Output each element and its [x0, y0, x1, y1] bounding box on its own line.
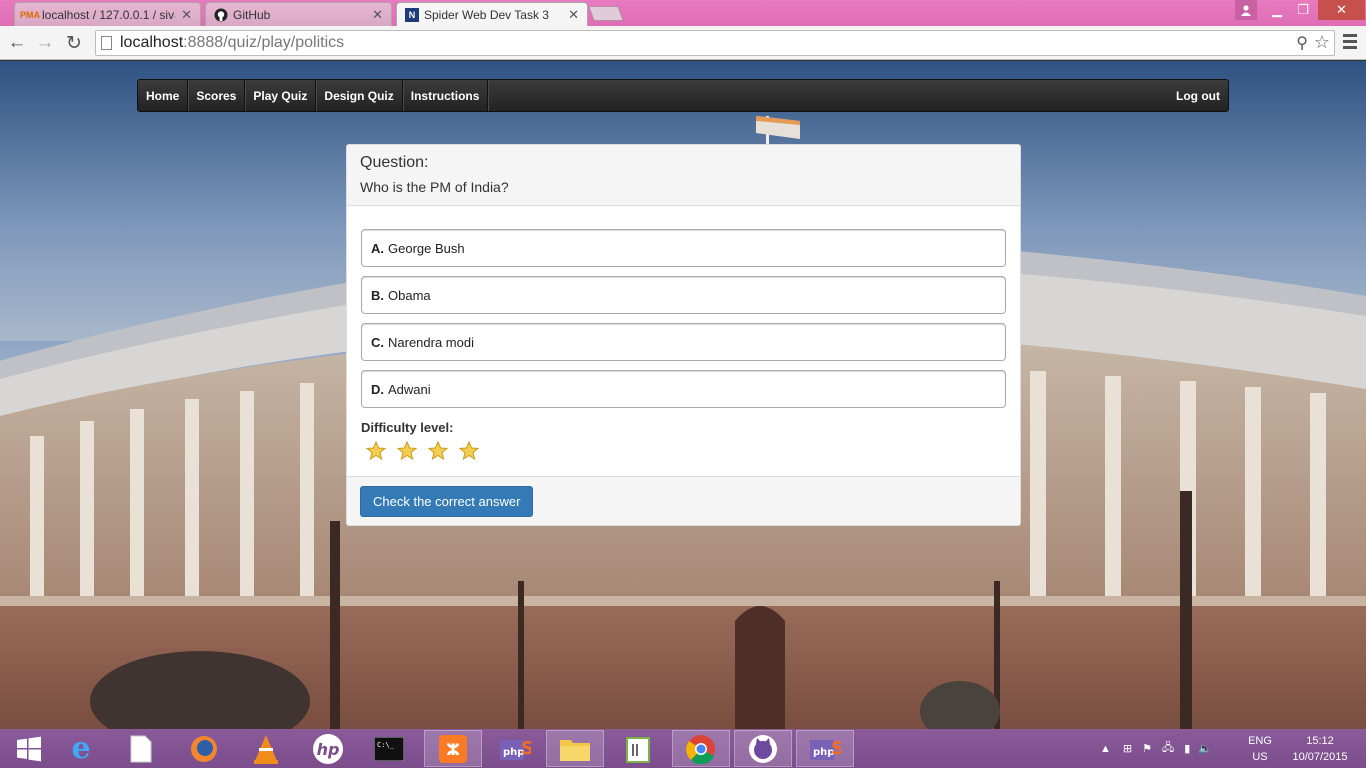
nav-log-out[interactable]: Log out [1168, 80, 1228, 111]
notepad-plus-plus-icon[interactable] [610, 730, 668, 767]
question-header: Question: Who is the PM of India? [347, 145, 1020, 206]
browser-titlebar: PMA localhost / 127.0.0.1 / siva ✕ GitHu… [0, 0, 1366, 27]
bookmark-star-icon[interactable]: ☆ [1314, 32, 1330, 53]
difficulty-star-icon [397, 441, 417, 461]
svg-text:ⵣ: ⵣ [446, 740, 460, 759]
option-text: Adwani [388, 381, 431, 397]
svg-text:hp: hp [317, 740, 340, 759]
option-text: Narendra modi [388, 334, 474, 350]
option-text: George Bush [388, 240, 465, 256]
question-panel: Question: Who is the PM of India? A. Geo… [346, 144, 1021, 526]
option-d[interactable]: D. Adwani [361, 370, 1006, 408]
option-text: Obama [388, 287, 431, 303]
network-icon[interactable]: 🖧 [1162, 739, 1174, 758]
option-letter: A. [371, 240, 384, 256]
site-favicon-icon: N [405, 8, 419, 22]
nav-instructions[interactable]: Instructions [403, 80, 489, 111]
reload-icon[interactable]: ↻ [63, 32, 85, 54]
page-icon [101, 36, 112, 50]
tab-title: localhost / 127.0.0.1 / siva [42, 7, 176, 22]
svg-text:S: S [831, 738, 841, 759]
difficulty-star-icon [459, 441, 479, 461]
question-footer: Check the correct answer [347, 476, 1020, 525]
file-explorer-icon[interactable] [546, 730, 604, 767]
clock[interactable]: 15:12 10/07/2015 [1280, 733, 1360, 765]
clock-date: 10/07/2015 [1292, 751, 1348, 763]
option-a[interactable]: A. George Bush [361, 229, 1006, 267]
tab-github[interactable]: GitHub ✕ [205, 2, 392, 26]
close-window-icon[interactable]: ✕ [1318, 0, 1365, 20]
question-label: Question: [360, 154, 429, 171]
close-tab-icon[interactable]: ✕ [568, 7, 579, 23]
browser-toolbar: ← → ↻ localhost:8888/quiz/play/politics … [0, 26, 1366, 60]
region-code: US [1252, 751, 1268, 763]
close-tab-icon[interactable]: ✕ [181, 7, 192, 23]
option-letter: C. [371, 334, 384, 350]
xampp-icon[interactable]: ⵣ [424, 730, 482, 767]
option-letter: D. [371, 381, 384, 397]
show-hidden-icons-icon[interactable]: ▲ [1100, 743, 1111, 755]
question-text: Who is the PM of India? [360, 179, 509, 195]
chrome-menu-icon[interactable] [1343, 34, 1357, 52]
new-file-icon[interactable] [112, 730, 170, 767]
difficulty-stars [361, 441, 1006, 461]
tab-title: GitHub [233, 7, 271, 22]
tab-title: Spider Web Dev Task 3 [424, 8, 549, 22]
battery-icon[interactable]: ▮ [1184, 742, 1190, 755]
phpstorm-2-icon[interactable]: php S [796, 730, 854, 767]
user-profile-icon[interactable] [1235, 0, 1257, 20]
action-center-icon[interactable]: ⊞ [1123, 742, 1132, 755]
github-desktop-icon[interactable] [734, 730, 792, 767]
language-code: ENG [1248, 735, 1272, 747]
difficulty-label: Difficulty level: [361, 420, 454, 435]
page-background: Home Scores Play Quiz Design Quiz Instru… [0, 61, 1366, 729]
flag-icon[interactable]: ⚑ [1142, 742, 1152, 755]
system-tray: ▲ ⊞ ⚑ 🖧 ▮ 🔈 [1100, 729, 1212, 768]
url-path: :8888/quiz/play/politics [183, 34, 345, 51]
back-arrow-icon[interactable]: ← [6, 32, 28, 54]
chrome-icon[interactable] [672, 730, 730, 767]
internet-explorer-icon[interactable]: e [52, 730, 110, 767]
site-navbar: Home Scores Play Quiz Design Quiz Instru… [137, 79, 1229, 112]
address-bar[interactable]: localhost:8888/quiz/play/politics ⚲ ☆ [95, 30, 1335, 56]
option-c[interactable]: C. Narendra modi [361, 323, 1006, 361]
nav-design-quiz[interactable]: Design Quiz [316, 80, 403, 111]
nav-scores[interactable]: Scores [188, 80, 246, 111]
hp-icon[interactable]: hp [299, 730, 357, 767]
clock-time: 15:12 [1306, 735, 1334, 747]
volume-icon[interactable]: 🔈 [1198, 742, 1212, 755]
windows-taskbar: e hp C:\_ ⵣ php S php S ▲ ⊞ ⚑ 🖧 ▮ 🔈 ENG … [0, 729, 1366, 768]
tab-spider-web-dev[interactable]: N Spider Web Dev Task 3 ✕ [396, 2, 588, 27]
nav-home[interactable]: Home [138, 80, 189, 111]
vlc-icon[interactable] [237, 730, 295, 767]
command-prompt-icon[interactable]: C:\_ [360, 730, 418, 767]
windows-start-icon[interactable] [0, 730, 58, 767]
svg-text:S: S [521, 738, 531, 759]
difficulty-star-icon [428, 441, 448, 461]
phpstorm-icon[interactable]: php S [486, 730, 544, 767]
phpmyadmin-icon: PMA [20, 9, 40, 20]
difficulty-star-icon [366, 441, 386, 461]
check-answer-button[interactable]: Check the correct answer [360, 486, 534, 517]
close-tab-icon[interactable]: ✕ [372, 7, 383, 23]
nav-play-quiz[interactable]: Play Quiz [245, 80, 317, 111]
question-body: A. George Bush B. Obama C. Narendra modi… [347, 206, 1020, 476]
svg-text:C:\_: C:\_ [377, 741, 395, 749]
github-icon [214, 8, 228, 22]
option-b[interactable]: B. Obama [361, 276, 1006, 314]
minimize-icon[interactable]: ▁ [1264, 0, 1290, 20]
option-letter: B. [371, 287, 384, 303]
new-tab-button[interactable] [588, 6, 624, 21]
restore-icon[interactable]: ❐ [1290, 0, 1316, 20]
firefox-icon[interactable] [175, 730, 233, 767]
search-icon[interactable]: ⚲ [1296, 33, 1308, 53]
language-indicator[interactable]: ENG US [1244, 733, 1276, 765]
forward-arrow-icon[interactable]: → [34, 32, 56, 54]
tab-phpmyadmin[interactable]: PMA localhost / 127.0.0.1 / siva ✕ [14, 2, 201, 26]
url-host: localhost [120, 34, 184, 51]
